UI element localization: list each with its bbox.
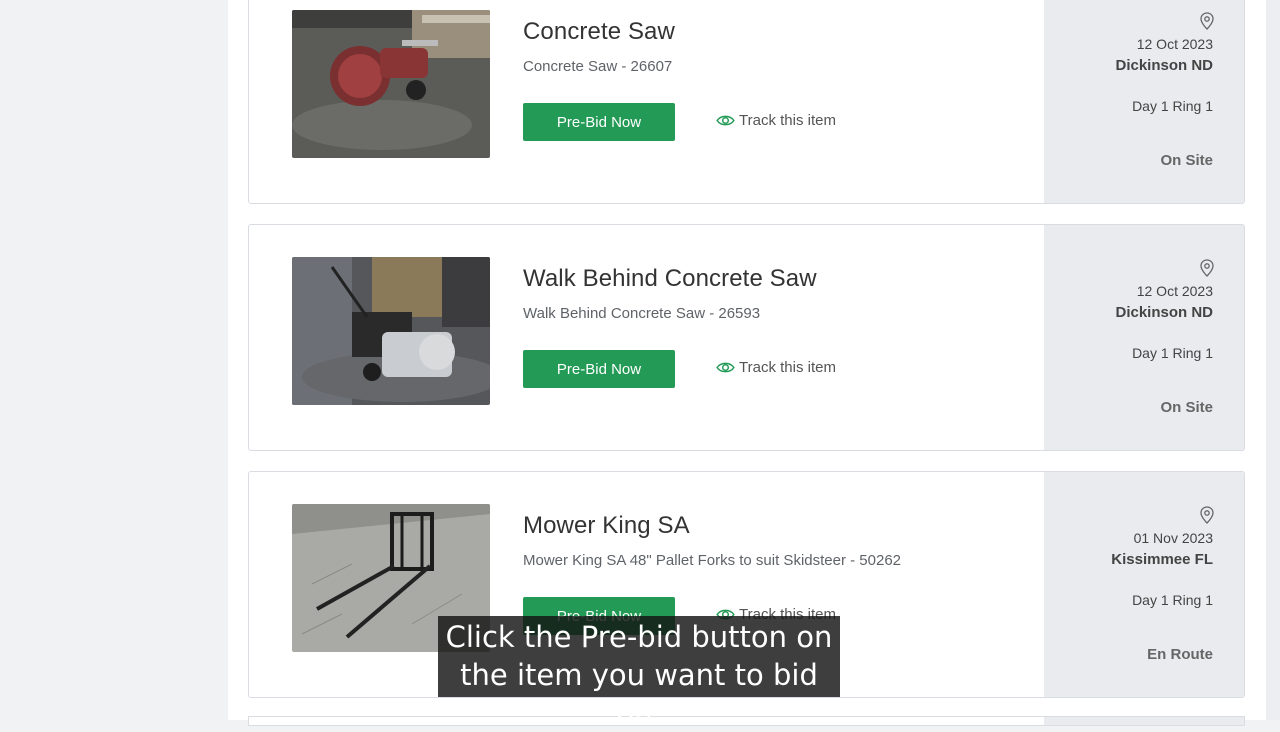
track-item-label: Track this item (739, 359, 836, 376)
scrollbar-track[interactable] (1266, 0, 1280, 720)
lot-subtitle: Mower King SA 48" Pallet Forks to suit S… (523, 552, 902, 569)
sale-location: Dickinson ND (1115, 57, 1213, 74)
lot-title[interactable]: Walk Behind Concrete Saw (523, 265, 817, 293)
lot-details-panel: 12 Oct 2023 Dickinson ND Day 1 Ring 1 On… (1044, 225, 1244, 450)
track-item-link[interactable]: Track this item (716, 112, 836, 129)
tutorial-caption: Click the Pre-bid button on the item you… (438, 616, 840, 730)
eye-icon (716, 115, 735, 126)
caption-line: the item you want to bid on. (460, 658, 818, 730)
lot-title[interactable]: Concrete Saw (523, 18, 675, 46)
location-pin-icon (1200, 259, 1214, 277)
eye-icon (716, 362, 735, 373)
pre-bid-button[interactable]: Pre-Bid Now (523, 103, 675, 141)
sale-date: 12 Oct 2023 (1136, 36, 1213, 52)
track-item-label: Track this item (739, 112, 836, 129)
lot-details-panel: 01 Nov 2023 Kissimmee FL Day 1 Ring 1 En… (1044, 472, 1244, 697)
lot-details-panel: 12 Oct 2023 Dickinson ND Day 1 Ring 1 On… (1044, 0, 1244, 203)
sale-ring: Day 1 Ring 1 (1132, 592, 1213, 608)
caption-line: Click the Pre-bid button on (445, 620, 833, 654)
lot-status: En Route (1147, 646, 1213, 663)
lot-title[interactable]: Mower King SA (523, 512, 690, 540)
walk-behind-saw-photo (292, 257, 490, 405)
sale-location: Kissimmee FL (1111, 551, 1213, 568)
lot-card: Walk Behind Concrete Saw Walk Behind Con… (248, 224, 1245, 451)
sale-ring: Day 1 Ring 1 (1132, 345, 1213, 361)
location-pin-icon (1200, 506, 1214, 524)
lot-card: Concrete Saw Concrete Saw - 26607 Pre-Bi… (248, 0, 1245, 204)
sale-ring: Day 1 Ring 1 (1132, 98, 1213, 114)
lot-status: On Site (1160, 399, 1213, 416)
lot-subtitle: Concrete Saw - 26607 (523, 58, 673, 75)
lot-subtitle: Walk Behind Concrete Saw - 26593 (523, 305, 761, 322)
track-item-link[interactable]: Track this item (716, 359, 836, 376)
lot-image-concrete-saw[interactable] (292, 10, 490, 158)
sale-location: Dickinson ND (1115, 304, 1213, 321)
lot-image-walk-behind-saw[interactable] (292, 257, 490, 405)
lot-status: On Site (1160, 152, 1213, 169)
location-pin-icon (1200, 12, 1214, 30)
pre-bid-button[interactable]: Pre-Bid Now (523, 350, 675, 388)
sale-date: 12 Oct 2023 (1136, 283, 1213, 299)
sale-date: 01 Nov 2023 (1133, 530, 1213, 546)
lot-details-panel (1044, 717, 1244, 725)
concrete-saw-photo (292, 10, 490, 158)
